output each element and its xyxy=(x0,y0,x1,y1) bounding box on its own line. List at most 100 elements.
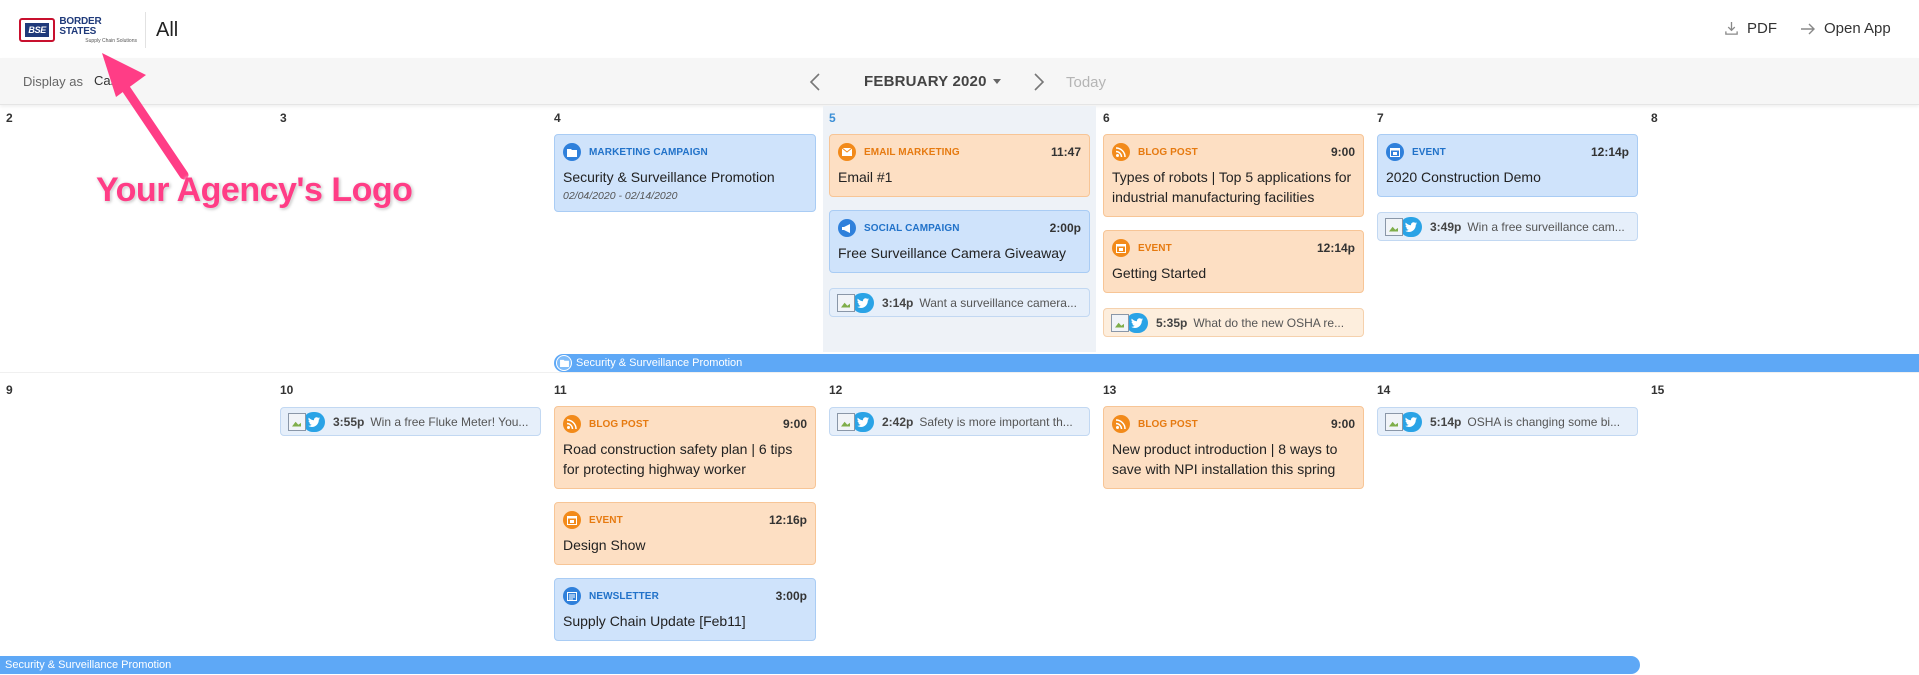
pdf-button[interactable]: PDF xyxy=(1724,20,1777,37)
calendar-card[interactable]: EVENT 12:14p 2020 Construction Demo xyxy=(1377,134,1638,197)
day-number[interactable]: 15 xyxy=(1651,383,1664,397)
card-type: NEWSLETTER xyxy=(589,590,659,602)
card-time: 2:00p xyxy=(1049,221,1081,235)
social-post[interactable]: 3:55p Win a free Fluke Meter! You... xyxy=(280,407,541,436)
campaign-span-bar[interactable]: Security & Surveillance Promotion xyxy=(0,656,1640,674)
day-number[interactable]: 13 xyxy=(1103,383,1116,397)
folder-icon xyxy=(563,143,581,161)
day-number[interactable]: 8 xyxy=(1651,111,1658,125)
card-time: 12:14p xyxy=(1590,145,1629,159)
card-time: 3:00p xyxy=(775,589,807,603)
logo-badge: BSE xyxy=(19,18,56,42)
card-title: Design Show xyxy=(563,537,646,553)
twitter-icon xyxy=(852,292,874,313)
chevron-right-icon[interactable] xyxy=(1028,71,1048,93)
agency-logo[interactable]: BSE BORDER STATES Supply Chain Solutions xyxy=(19,15,137,44)
caret-down-icon xyxy=(992,79,1001,84)
card-time: 9:00 xyxy=(782,417,807,431)
day-number[interactable]: 6 xyxy=(1103,111,1110,125)
image-placeholder-icon xyxy=(837,293,855,312)
card-type: BLOG POST xyxy=(1138,146,1198,158)
social-time: 3:55p xyxy=(333,414,365,429)
day-number[interactable]: 9 xyxy=(6,383,13,397)
twitter-icon xyxy=(1126,312,1148,333)
social-time: 2:42p xyxy=(882,414,914,429)
image-placeholder-icon xyxy=(288,412,306,431)
image-placeholder-icon xyxy=(1111,313,1129,332)
social-text: Safety is more important th... xyxy=(919,414,1073,429)
display-as-label: Display as xyxy=(23,74,83,89)
card-title: Types of robots | Top 5 applications for… xyxy=(1112,169,1352,205)
calendar-icon xyxy=(1112,239,1130,257)
day-number[interactable]: 11 xyxy=(554,383,567,397)
calendar-card[interactable]: BLOG POST 9:00 Road construction safety … xyxy=(554,406,816,489)
social-text: OSHA is changing some bi... xyxy=(1467,414,1621,429)
campaign-span-bar[interactable]: Security & Surveillance Promotion xyxy=(554,354,1919,372)
day-number[interactable]: 7 xyxy=(1377,111,1384,125)
calendar-card[interactable]: BLOG POST 9:00 New product introduction … xyxy=(1103,406,1364,489)
card-time: 12:16p xyxy=(768,513,807,527)
week-divider xyxy=(0,372,1919,373)
social-text: What do the new OSHA re... xyxy=(1193,315,1345,330)
chevron-left-icon[interactable] xyxy=(806,71,826,93)
arrow-right-icon xyxy=(1801,23,1815,34)
folder-icon xyxy=(556,355,572,371)
day-number[interactable]: 3 xyxy=(280,111,287,125)
card-title: Email #1 xyxy=(838,169,893,185)
card-title: 2020 Construction Demo xyxy=(1386,169,1541,185)
calendar-card[interactable]: NEWSLETTER 3:00p Supply Chain Update [Fe… xyxy=(554,578,816,641)
download-icon xyxy=(1725,21,1738,35)
day-number[interactable]: 14 xyxy=(1377,383,1390,397)
social-post[interactable]: 2:42p Safety is more important th... xyxy=(829,407,1090,436)
rss-icon xyxy=(1112,143,1130,161)
twitter-icon xyxy=(1400,216,1422,237)
calendar-card[interactable]: EMAIL MARKETING 11:47 Email #1 xyxy=(829,134,1090,197)
calendar-card[interactable]: BLOG POST 9:00 Types of robots | Top 5 a… xyxy=(1103,134,1364,217)
annotation-label: Your Agency's Logo xyxy=(96,171,413,209)
card-type: BLOG POST xyxy=(589,418,649,430)
card-type: EVENT xyxy=(1412,146,1446,158)
annotation-arrow-icon xyxy=(102,53,189,180)
calendar-card[interactable]: EVENT 12:16p Design Show xyxy=(554,502,816,565)
social-time: 5:35p xyxy=(1156,315,1188,330)
image-placeholder-icon xyxy=(1385,412,1403,431)
header-divider xyxy=(145,12,146,48)
rss-icon xyxy=(563,415,581,433)
open-app-button[interactable]: Open App xyxy=(1800,20,1891,37)
card-type: BLOG POST xyxy=(1138,418,1198,430)
month-picker[interactable]: FEBRUARY 2020 xyxy=(864,73,1001,90)
card-type: MARKETING CAMPAIGN xyxy=(589,146,708,158)
megaphone-icon xyxy=(838,219,856,237)
logo-tagline: Supply Chain Solutions xyxy=(85,37,137,44)
card-time: 9:00 xyxy=(1330,417,1355,431)
day-number[interactable]: 2 xyxy=(6,111,13,125)
span-bar-label: Security & Surveillance Promotion xyxy=(5,659,172,671)
card-type: EVENT xyxy=(1138,242,1172,254)
day-number[interactable]: 10 xyxy=(280,383,293,397)
social-post[interactable]: 3:14p Want a surveillance camera... xyxy=(829,288,1090,317)
today-button[interactable]: Today xyxy=(1066,74,1106,91)
card-title: Supply Chain Update [Feb11] xyxy=(563,613,746,629)
calendar-card[interactable]: EVENT 12:14p Getting Started xyxy=(1103,230,1364,293)
day-number[interactable]: 12 xyxy=(829,383,842,397)
day-number[interactable]: 4 xyxy=(554,111,561,125)
card-type: EVENT xyxy=(589,514,623,526)
calendar-card[interactable]: SOCIAL CAMPAIGN 2:00p Free Surveillance … xyxy=(829,210,1090,273)
calendar-card[interactable]: MARKETING CAMPAIGN Security & Surveillan… xyxy=(554,134,816,212)
social-text: Want a surveillance camera... xyxy=(919,295,1077,310)
card-type: SOCIAL CAMPAIGN xyxy=(864,222,960,234)
calendar-icon xyxy=(563,511,581,529)
card-date-range: 02/04/2020 - 02/14/2020 xyxy=(563,190,678,202)
card-type: EMAIL MARKETING xyxy=(864,146,960,158)
social-post[interactable]: 5:14p OSHA is changing some bi... xyxy=(1377,407,1638,436)
twitter-icon xyxy=(1400,411,1422,432)
card-title: New product introduction | 8 ways to sav… xyxy=(1112,441,1338,477)
social-time: 5:14p xyxy=(1430,414,1462,429)
day-number-today[interactable]: 5 xyxy=(829,111,836,125)
filter-title: All xyxy=(156,19,179,41)
logo-name: BORDER STATES xyxy=(59,15,102,37)
image-placeholder-icon xyxy=(837,412,855,431)
social-text: Win a free surveillance cam... xyxy=(1467,219,1625,234)
social-post[interactable]: 3:49p Win a free surveillance cam... xyxy=(1377,212,1638,241)
social-post[interactable]: 5:35p What do the new OSHA re... xyxy=(1103,308,1364,337)
